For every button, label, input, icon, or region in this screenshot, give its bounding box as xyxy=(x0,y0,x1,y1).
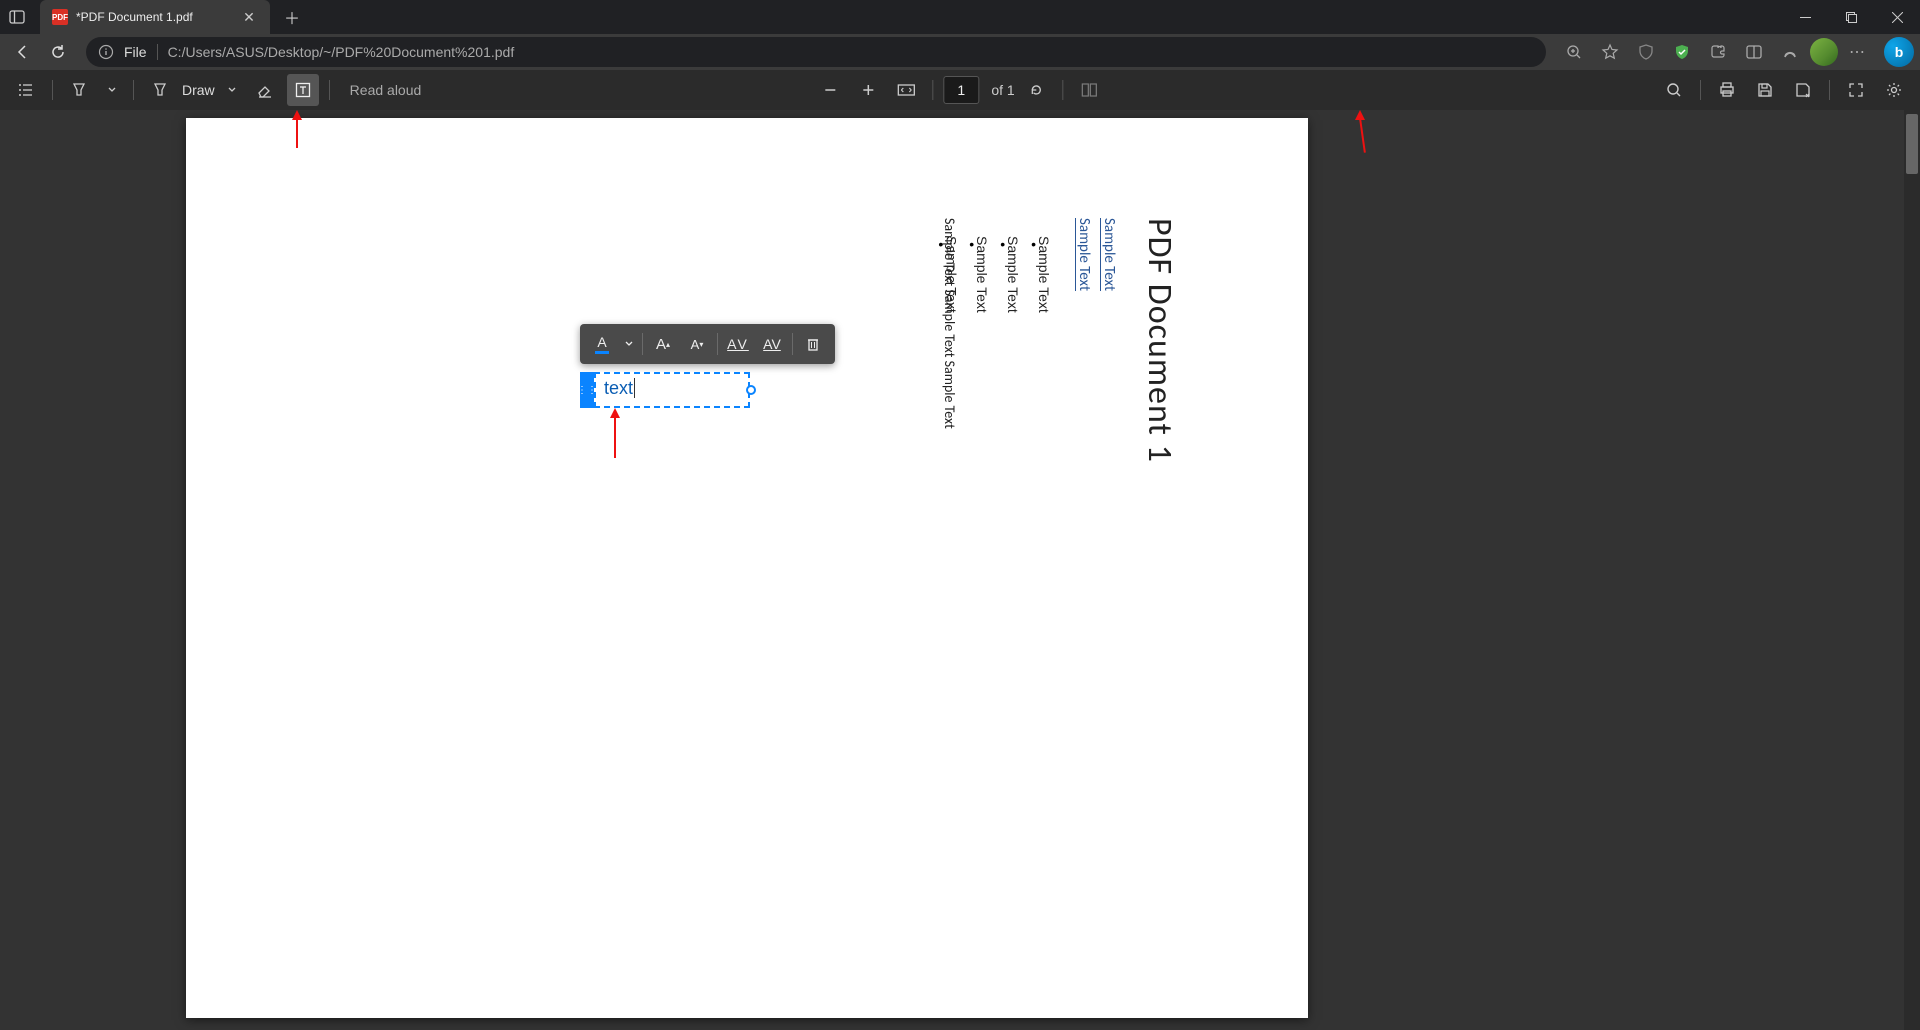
draw-label: Draw xyxy=(182,82,215,98)
increase-spacing-button[interactable]: AV xyxy=(722,328,754,360)
maximize-window-button[interactable] xyxy=(1828,0,1874,34)
bing-button[interactable]: b xyxy=(1884,37,1914,67)
settings-button[interactable] xyxy=(1878,74,1910,106)
find-button[interactable] xyxy=(1658,74,1690,106)
close-tab-button[interactable]: ✕ xyxy=(240,8,258,26)
security-shield-icon[interactable] xyxy=(1666,36,1698,68)
textbox-resize-handle[interactable] xyxy=(746,385,756,395)
sample-link-2: Sample Text xyxy=(1075,218,1093,291)
favorite-button[interactable] xyxy=(1594,36,1626,68)
refresh-button[interactable] xyxy=(42,36,74,68)
page-number-input[interactable] xyxy=(943,76,979,104)
paragraph-text: Sample Text Sample Text Sample Text xyxy=(941,218,958,429)
tab-title: *PDF Document 1.pdf xyxy=(76,10,232,24)
sample-link-1: Sample Text xyxy=(1100,218,1118,291)
document-title: PDF Document 1 xyxy=(1139,218,1180,463)
site-info-icon[interactable] xyxy=(98,44,114,60)
split-screen-button[interactable] xyxy=(1738,36,1770,68)
zoom-indicator-icon[interactable] xyxy=(1558,36,1590,68)
rotate-button[interactable] xyxy=(1021,74,1053,106)
profile-avatar[interactable] xyxy=(1810,38,1838,66)
decrease-font-button[interactable]: A▾ xyxy=(681,328,713,360)
more-menu-button[interactable]: ⋯ xyxy=(1842,36,1874,68)
fit-width-button[interactable] xyxy=(890,74,922,106)
highlight-dropdown[interactable] xyxy=(101,74,123,106)
minimize-window-button[interactable] xyxy=(1782,0,1828,34)
browser-tab[interactable]: PDF *PDF Document 1.pdf ✕ xyxy=(40,0,270,34)
draw-dropdown[interactable] xyxy=(221,74,243,106)
fullscreen-button[interactable] xyxy=(1840,74,1872,106)
read-aloud-button[interactable]: Read aloud xyxy=(340,82,432,98)
zoom-in-button[interactable] xyxy=(852,74,884,106)
textbox-input[interactable]: text xyxy=(594,372,750,408)
erase-button[interactable] xyxy=(249,74,281,106)
highlight-button[interactable] xyxy=(63,74,95,106)
pdf-favicon: PDF xyxy=(52,9,68,25)
decrease-spacing-button[interactable]: AV xyxy=(756,328,788,360)
text-annotation-toolbar: A A▴ A▾ AV AV xyxy=(580,324,835,364)
pdf-viewport[interactable]: PDF Document 1 Sample Text Sample Text •… xyxy=(0,110,1920,1030)
zoom-out-button[interactable] xyxy=(814,74,846,106)
pdf-toolbar: Draw Read aloud of 1 xyxy=(0,70,1920,110)
tab-actions-button[interactable] xyxy=(0,0,34,34)
extensions-button[interactable] xyxy=(1702,36,1734,68)
back-button[interactable] xyxy=(6,36,38,68)
url-path: C:/Users/ASUS/Desktop/~/PDF%20Document%2… xyxy=(168,44,515,60)
vertical-scrollbar[interactable] xyxy=(1904,110,1920,1030)
close-window-button[interactable] xyxy=(1874,0,1920,34)
text-annotation-box[interactable]: ⋮⋮ text xyxy=(580,372,750,408)
print-button[interactable] xyxy=(1711,74,1743,106)
pdf-page[interactable]: PDF Document 1 Sample Text Sample Text •… xyxy=(186,118,1308,1018)
save-button[interactable] xyxy=(1749,74,1781,106)
text-color-dropdown[interactable] xyxy=(620,328,638,360)
text-color-button[interactable]: A xyxy=(586,328,618,360)
textbox-drag-handle[interactable]: ⋮⋮ xyxy=(580,372,594,408)
url-scheme: File xyxy=(124,44,147,60)
address-bar[interactable]: File C:/Users/ASUS/Desktop/~/PDF%20Docum… xyxy=(86,37,1546,67)
delete-annotation-button[interactable] xyxy=(797,328,829,360)
scrollbar-thumb[interactable] xyxy=(1906,114,1918,174)
add-text-button[interactable] xyxy=(287,74,319,106)
page-view-button[interactable] xyxy=(1074,74,1106,106)
page-total-label: of 1 xyxy=(991,82,1014,98)
tracking-prevention-icon[interactable] xyxy=(1630,36,1662,68)
draw-button[interactable] xyxy=(144,74,176,106)
increase-font-button[interactable]: A▴ xyxy=(647,328,679,360)
new-tab-button[interactable]: ＋ xyxy=(278,3,306,31)
save-as-button[interactable] xyxy=(1787,74,1819,106)
contents-button[interactable] xyxy=(10,74,42,106)
collections-button[interactable] xyxy=(1774,36,1806,68)
